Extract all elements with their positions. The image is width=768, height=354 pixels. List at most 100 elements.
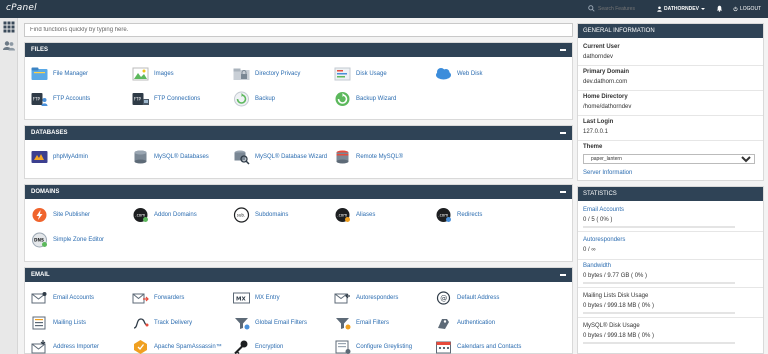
statistics-panel: STATISTICS Email Accounts 0 / 5 ( 0% ) A… (577, 186, 764, 354)
user-menu[interactable]: DATHORNDEV (657, 5, 705, 13)
email-accounts-link[interactable]: Email Accounts (31, 290, 94, 306)
autoresponders-link[interactable]: Autoresponders (334, 290, 398, 306)
grid-icon[interactable] (3, 21, 15, 33)
left-rail (0, 18, 18, 354)
cpanel-logo[interactable]: cPanel (6, 3, 37, 13)
email-filters-icon (336, 318, 351, 330)
web-disk-icon (436, 68, 451, 80)
domains-panel: DOMAINS Site Publisher .com Addon Domain… (24, 184, 573, 262)
statistics-title: STATISTICS (583, 191, 617, 197)
svg-text:@: @ (440, 295, 447, 303)
notifications-bell-icon[interactable] (716, 5, 723, 12)
mx-entry-link[interactable]: MX MX Entry (233, 290, 280, 306)
top-bar: cPanel DATHORNDEV LOGOUT (0, 0, 768, 18)
addon-domains-link[interactable]: .com Addon Domains (132, 207, 197, 223)
remote-mysql-icon (336, 150, 349, 164)
images-link[interactable]: Images (132, 66, 174, 82)
track-delivery-link[interactable]: Track Delivery (132, 315, 192, 331)
collapse-icon[interactable] (560, 191, 566, 193)
home-directory-value: /home/dathorndev (583, 104, 632, 110)
aliases-link[interactable]: .com Aliases (334, 207, 375, 223)
ftp-connections-icon: FTP (132, 93, 149, 105)
collapse-icon[interactable] (560, 49, 566, 51)
remote-mysql-link[interactable]: Remote MySQL® (334, 149, 403, 165)
feature-search[interactable] (588, 4, 650, 14)
zone-editor-link[interactable]: DNS Simple Zone Editor (31, 232, 104, 248)
stat-bandwidth-value: 0 bytes / 9.77 GB ( 0% ) (583, 273, 648, 279)
default-address-link[interactable]: @ Default Address (435, 290, 499, 306)
ftp-accounts-link[interactable]: FTP FTP Accounts (31, 91, 90, 107)
disk-usage-link[interactable]: Disk Usage (334, 66, 387, 82)
addon-domains-icon: .com (133, 208, 148, 222)
stat-bandwidth-label[interactable]: Bandwidth (583, 263, 611, 269)
mailing-lists-link[interactable]: Mailing Lists (31, 315, 86, 331)
stat-mailing-lists-bar (583, 312, 735, 314)
mysql-databases-icon (134, 150, 147, 164)
calendars-contacts-link[interactable]: Calendars and Contacts (435, 339, 521, 354)
mysql-databases-link[interactable]: MySQL® Databases (132, 149, 209, 165)
general-information-header: GENERAL INFORMATION (578, 24, 763, 38)
domains-panel-header[interactable]: DOMAINS (25, 185, 572, 199)
email-filters-link[interactable]: Email Filters (334, 315, 389, 331)
redirects-icon: .com (436, 208, 451, 222)
logout-label: LOGOUT (740, 6, 762, 12)
email-panel-header[interactable]: EMAIL (25, 268, 572, 282)
email-title: EMAIL (31, 272, 50, 278)
mysql-wizard-icon (234, 150, 250, 165)
primary-domain-label: Primary Domain (583, 69, 630, 75)
stat-email-accounts-label[interactable]: Email Accounts (583, 207, 624, 213)
general-information-title: GENERAL INFORMATION (583, 28, 655, 34)
forwarders-link[interactable]: Forwarders (132, 290, 184, 306)
greylisting-link[interactable]: Configure Greylisting (334, 339, 412, 354)
phpmyadmin-link[interactable]: phpMyAdmin (31, 149, 88, 165)
theme-select[interactable]: paper_lantern (583, 154, 755, 164)
users-icon[interactable] (3, 40, 15, 52)
primary-domain-value: dev.dathorn.com (583, 79, 628, 85)
global-filters-link[interactable]: Global Email Filters (233, 315, 307, 331)
address-importer-link[interactable]: Address Importer (31, 339, 99, 354)
collapse-icon[interactable] (560, 132, 566, 134)
forwarders-icon (132, 293, 149, 304)
divider (578, 231, 763, 232)
file-manager-link[interactable]: File Manager (31, 66, 88, 82)
track-delivery-icon (133, 318, 149, 329)
ftp-connections-link[interactable]: FTP FTP Connections (132, 91, 200, 107)
logout-icon (733, 6, 738, 12)
svg-text:FTP: FTP (134, 97, 142, 102)
directory-privacy-link[interactable]: Directory Privacy (233, 66, 300, 82)
stat-autoresponders-label[interactable]: Autoresponders (583, 237, 625, 243)
function-search-input[interactable] (24, 23, 573, 37)
ftp-accounts-icon: FTP (31, 93, 48, 106)
redirects-link[interactable]: .com Redirects (435, 207, 482, 223)
site-publisher-link[interactable]: Site Publisher (31, 207, 90, 223)
svg-text:.com: .com (337, 213, 347, 218)
backup-wizard-link[interactable]: Backup Wizard (334, 91, 396, 107)
last-login-value: 127.0.0.1 (583, 129, 609, 135)
divider (578, 65, 763, 66)
spamassassin-icon (134, 340, 147, 354)
authentication-icon (438, 319, 449, 329)
svg-text:sub.: sub. (237, 213, 245, 218)
aliases-icon: .com (335, 208, 350, 222)
files-title: FILES (31, 47, 49, 53)
databases-panel-header[interactable]: DATABASES (25, 126, 572, 140)
mysql-wizard-link[interactable]: MySQL® Database Wizard (233, 149, 327, 165)
chevron-down-icon (700, 8, 705, 10)
web-disk-link[interactable]: Web Disk (435, 66, 483, 82)
stat-email-accounts-bar (583, 226, 735, 228)
global-filters-icon (235, 318, 250, 330)
logout-button[interactable]: LOGOUT (733, 5, 761, 13)
current-user-value: dathorndev (583, 54, 614, 60)
site-publisher-icon (32, 208, 47, 222)
spamassassin-link[interactable]: Apache SpamAssassin™ (132, 339, 222, 354)
files-panel-header[interactable]: FILES (25, 43, 572, 57)
subdomains-link[interactable]: sub. Subdomains (233, 207, 288, 223)
last-login-label: Last Login (583, 119, 614, 125)
backup-link[interactable]: Backup (233, 91, 275, 107)
collapse-icon[interactable] (560, 274, 566, 276)
authentication-link[interactable]: Authentication (435, 315, 495, 331)
encryption-link[interactable]: Encryption (233, 339, 283, 354)
svg-text:.com: .com (438, 213, 448, 218)
server-information-link[interactable]: Server Information (583, 170, 632, 176)
feature-search-input[interactable] (598, 4, 650, 14)
